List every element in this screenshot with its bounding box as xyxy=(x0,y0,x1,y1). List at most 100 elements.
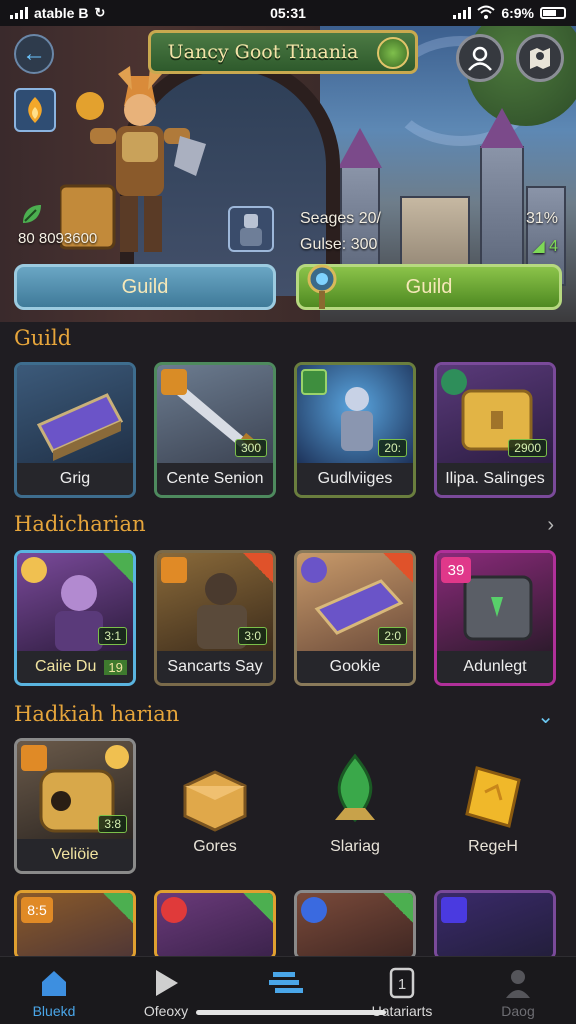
chevron-right-icon[interactable]: › xyxy=(547,514,554,537)
flame-icon xyxy=(28,97,42,123)
section-title-guild: Guild xyxy=(14,326,72,350)
ribbon-icon xyxy=(383,893,413,923)
blue-orb-icon xyxy=(301,897,327,923)
featured-item-card[interactable]: 3:8 Veliöie xyxy=(14,738,136,874)
nav-home[interactable]: Bluekd xyxy=(4,967,104,1019)
sync-icon: ↻ xyxy=(94,5,106,20)
ribbon-icon xyxy=(243,893,273,923)
card-value: 300 xyxy=(234,439,267,457)
section-title-hadicharian: Hadicharian xyxy=(14,512,146,536)
guild-button-right[interactable]: Guild xyxy=(296,264,562,310)
ribbon-icon xyxy=(103,553,133,583)
nav-stairs[interactable] xyxy=(236,967,336,1003)
hero-card[interactable]: 39 Adunlegt xyxy=(434,550,556,686)
guild-button-left-label: Guild xyxy=(121,275,169,298)
guild-card[interactable]: 300 Cente Senion xyxy=(154,362,276,498)
card-label: Veliöie xyxy=(17,839,133,871)
nav-label: Bluekd xyxy=(32,1003,76,1019)
battery-percent: 6:9% xyxy=(501,5,534,21)
cellular-icon xyxy=(453,7,472,19)
chevron-down-icon[interactable]: ⌄ xyxy=(537,704,554,729)
hero-card[interactable]: 2:0 Gookie xyxy=(294,550,416,686)
guild-card[interactable]: 20: Gudlviiges xyxy=(294,362,416,498)
battery-icon xyxy=(540,7,566,19)
title-banner: Uancy Goot Tinania xyxy=(148,30,418,74)
stages-label: Seages 20/ xyxy=(300,210,381,227)
card-value: 2:0 xyxy=(378,627,407,645)
item-label: Gores xyxy=(193,838,237,855)
profile-button[interactable] xyxy=(456,34,504,82)
stages-percent: 31% xyxy=(525,210,558,227)
hero-card-partial[interactable]: 8:5 xyxy=(14,890,136,960)
ribbon-icon xyxy=(243,553,273,583)
knight-portrait[interactable] xyxy=(228,206,274,252)
leaf-icon xyxy=(23,205,41,223)
relic-slot[interactable] xyxy=(14,88,56,132)
card-value: 20: xyxy=(378,439,407,457)
card-label: Grig xyxy=(17,463,133,495)
power-value: 80 8093600 xyxy=(18,230,98,247)
wifi-icon xyxy=(477,5,495,22)
gem-icon xyxy=(441,369,467,395)
status-bar: atable B ↻ 05:31 6:9% xyxy=(0,0,576,26)
card-label: Sancarts Say xyxy=(157,651,273,683)
crate-icon xyxy=(183,770,247,832)
hero-card-partial[interactable] xyxy=(154,890,276,960)
emblem-icon xyxy=(377,37,409,69)
card-label: Cente Senion xyxy=(157,463,273,495)
guild-badge-icon xyxy=(307,264,337,309)
rune-icon xyxy=(301,369,327,395)
crest-icon xyxy=(161,557,187,583)
card-value: 3:1 xyxy=(98,627,127,645)
profile-icon xyxy=(468,46,492,71)
guild-card[interactable]: Grig xyxy=(14,362,136,498)
page-title: Uancy Goot Tinania xyxy=(167,41,359,63)
card-label: Adunlegt xyxy=(437,651,553,683)
card-label-row: Caiie Du 19 xyxy=(17,651,133,683)
gulse-label: Gulse: 300 xyxy=(300,236,378,253)
card-label: Gookie xyxy=(297,651,413,683)
hero-card-partial[interactable] xyxy=(294,890,416,960)
corner-number: 39 xyxy=(441,557,471,583)
card-value: 3:0 xyxy=(238,627,267,645)
card-label: Caiie Du xyxy=(35,658,97,675)
section-title-hadkiah: Hadkiah harian xyxy=(14,702,180,726)
map-button[interactable] xyxy=(516,34,564,82)
star-badge-icon xyxy=(105,745,129,769)
stairs-icon xyxy=(269,972,303,993)
stats-panel: Seages 20/ 31% Gulse: 300 ◢ 4 xyxy=(290,204,566,262)
home-indicator[interactable] xyxy=(196,1010,386,1015)
gold-bar-icon xyxy=(465,766,521,828)
back-button[interactable]: ← xyxy=(14,34,54,74)
hero-card[interactable]: 3:1 Caiie Du 19 xyxy=(14,550,136,686)
card-value: 2900 xyxy=(508,439,547,457)
svg-text:1: 1 xyxy=(398,976,406,993)
item-gores[interactable]: Gores xyxy=(160,742,270,872)
orb-icon xyxy=(301,557,327,583)
emerald-icon xyxy=(335,753,375,823)
fire-orb-icon xyxy=(161,897,187,923)
hero-banner: ← Uancy Goot Tinania 80 8093600 Seages 2… xyxy=(0,26,576,322)
gem-icon: ◢ xyxy=(532,238,545,255)
gem-count-value: 4 xyxy=(549,238,558,255)
hero-card[interactable]: 3:0 Sancarts Say xyxy=(154,550,276,686)
nav-profile[interactable]: Daog xyxy=(468,967,568,1019)
play-icon xyxy=(156,970,178,996)
card-1-icon: 1 xyxy=(389,967,415,999)
card-label: Ilipa. Salinges xyxy=(437,463,553,495)
card-label: Gudlviiges xyxy=(297,463,413,495)
card-value-secondary: 19 xyxy=(104,659,127,675)
rune-icon xyxy=(441,897,467,923)
guild-card[interactable]: 2900 Ilipa. Salinges xyxy=(434,362,556,498)
guild-button-right-label: Guild xyxy=(405,275,453,298)
nav-label: Daog xyxy=(501,1003,535,1019)
ribbon-icon xyxy=(383,553,413,583)
map-icon xyxy=(530,48,550,69)
hero-card-partial[interactable] xyxy=(434,890,556,960)
guild-button-left[interactable]: Guild xyxy=(14,264,276,310)
crest-icon xyxy=(161,369,187,395)
ribbon-icon xyxy=(103,893,133,923)
item-regeh[interactable]: RegeH xyxy=(438,742,548,872)
item-slariag[interactable]: Slariag xyxy=(300,742,410,872)
carrier-name: atable B xyxy=(34,5,89,21)
